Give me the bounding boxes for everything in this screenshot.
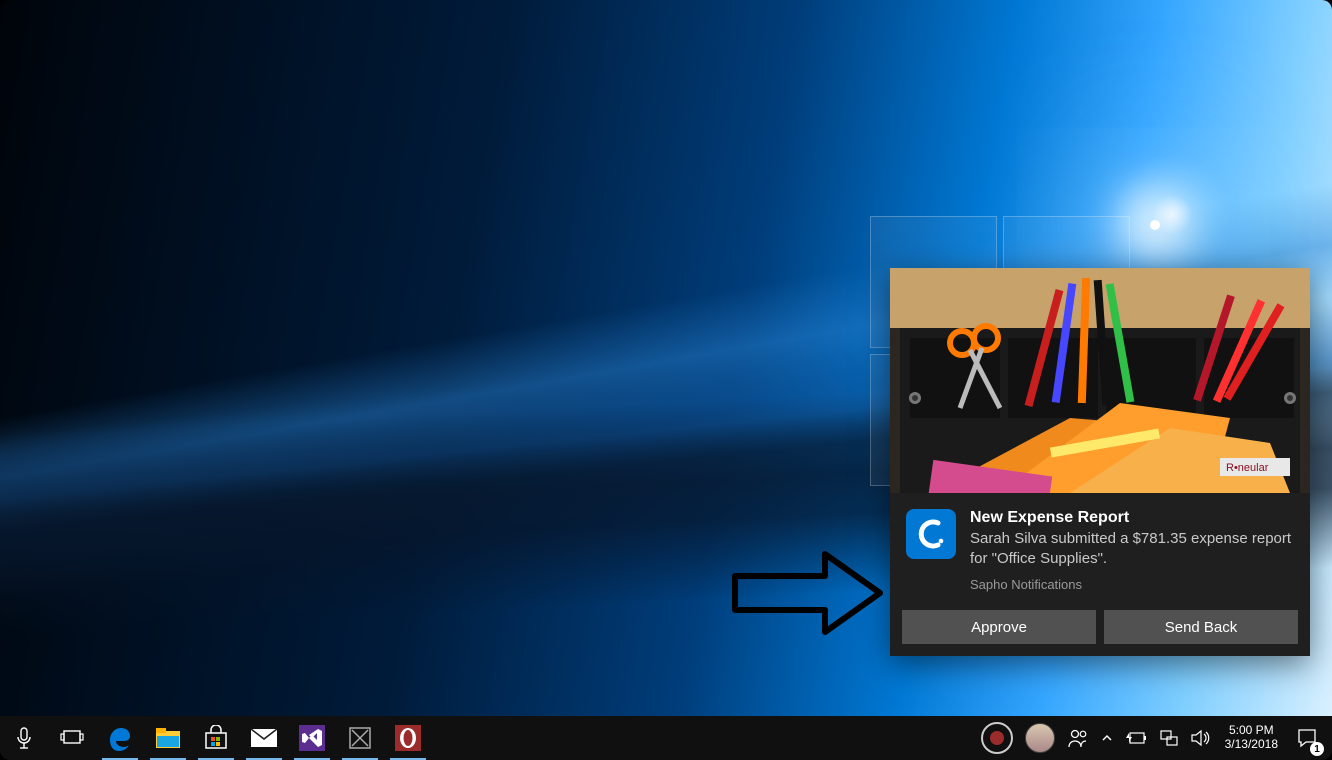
tray-app-icon[interactable]: [975, 716, 1019, 760]
square-x-icon: [348, 726, 372, 750]
tray-volume-icon[interactable]: [1185, 716, 1217, 760]
taskbar-right: 5:00 PM 3/13/2018 1: [975, 716, 1332, 760]
taskbar-item-mail[interactable]: [240, 716, 288, 760]
tray-network-icon[interactable]: [1153, 716, 1185, 760]
folder-icon: [155, 727, 181, 749]
clock-time: 5:00 PM: [1225, 724, 1278, 738]
task-view-icon: [60, 729, 84, 747]
action-center-button[interactable]: 1: [1286, 716, 1328, 760]
desktop-wallpaper[interactable]: R•neular New Expense Report Sarah Silva …: [0, 0, 1332, 716]
taskbar-item-visual-studio[interactable]: [288, 716, 336, 760]
task-view-button[interactable]: [48, 716, 96, 760]
toast-notification: R•neular New Expense Report Sarah Silva …: [890, 268, 1310, 657]
clock-date: 3/13/2018: [1225, 738, 1278, 752]
toast-message: Sarah Silva submitted a $781.35 expense …: [970, 529, 1294, 570]
mic-icon: [15, 727, 33, 749]
taskbar-item-file-explorer[interactable]: [144, 716, 192, 760]
light-flare: [1150, 220, 1160, 230]
taskbar-clock[interactable]: 5:00 PM 3/13/2018: [1217, 724, 1286, 752]
store-icon: [203, 725, 229, 751]
taskbar-item-store[interactable]: [192, 716, 240, 760]
people-button[interactable]: [1061, 716, 1095, 760]
cortana-mic-button[interactable]: [0, 716, 48, 760]
visual-studio-icon: [299, 725, 325, 751]
annotation-arrow-icon: [730, 548, 890, 638]
approve-button[interactable]: Approve: [902, 610, 1096, 644]
tray-overflow-button[interactable]: [1095, 716, 1119, 760]
action-center-badge: 1: [1310, 742, 1324, 756]
mail-icon: [250, 728, 278, 748]
network-icon: [1159, 729, 1179, 747]
toast-title: New Expense Report: [970, 509, 1294, 527]
toast-app-icon: [906, 509, 956, 559]
toast-hero-image: R•neular: [890, 268, 1310, 493]
send-back-button[interactable]: Send Back: [1104, 610, 1298, 644]
circle-app-icon: [981, 722, 1013, 754]
taskbar-item-app[interactable]: [336, 716, 384, 760]
svg-text:R•neular: R•neular: [1226, 462, 1269, 474]
tray-power-icon[interactable]: [1119, 716, 1153, 760]
edge-icon: [106, 724, 134, 752]
avatar-icon: [1025, 723, 1055, 753]
speaker-icon: [1191, 729, 1211, 747]
user-avatar[interactable]: [1019, 716, 1061, 760]
chevron-up-icon: [1101, 732, 1113, 744]
people-icon: [1067, 727, 1089, 749]
battery-icon: [1125, 731, 1147, 745]
taskbar-item-edge[interactable]: [96, 716, 144, 760]
taskbar-item-opera[interactable]: [384, 716, 432, 760]
opera-icon: [395, 725, 421, 751]
toast-attribution: Sapho Notifications: [970, 577, 1294, 592]
taskbar-left: [0, 716, 432, 760]
taskbar: 5:00 PM 3/13/2018 1: [0, 716, 1332, 760]
